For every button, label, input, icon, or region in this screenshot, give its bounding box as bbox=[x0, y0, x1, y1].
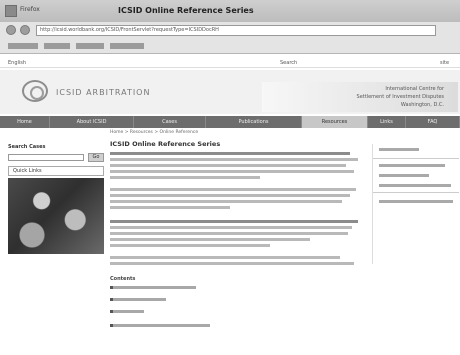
list-item[interactable] bbox=[110, 286, 196, 289]
sidebar-search-input[interactable] bbox=[8, 154, 84, 161]
header-banner: International Centre for Settlement of I… bbox=[262, 82, 458, 112]
section-heading: Contents bbox=[110, 276, 136, 282]
paragraph bbox=[110, 220, 360, 250]
right-sidebar-item[interactable] bbox=[379, 164, 445, 167]
nav-item-resources[interactable]: Resources bbox=[302, 116, 368, 128]
main-navbar: Home About ICSID Cases Publications Reso… bbox=[0, 116, 460, 128]
url-input[interactable]: http://icsid.worldbank.org/ICSID/FrontSe… bbox=[36, 25, 436, 36]
nav-item-links[interactable]: Links bbox=[368, 116, 406, 128]
site-link[interactable]: site bbox=[440, 60, 449, 66]
nav-item-publications[interactable]: Publications bbox=[206, 116, 302, 128]
list-item[interactable] bbox=[110, 298, 166, 301]
browser-chrome: Firefox ICSID Online Reference Series ht… bbox=[0, 0, 460, 54]
list-item[interactable] bbox=[110, 310, 144, 313]
app-name: Firefox bbox=[20, 6, 40, 13]
banner-line: International Centre for bbox=[385, 86, 444, 92]
bookmarks-bar bbox=[0, 40, 460, 53]
bookmark-item[interactable] bbox=[76, 43, 104, 49]
right-sidebar-item[interactable] bbox=[379, 200, 453, 203]
site-header: ICSID ARBITRATION International Centre f… bbox=[0, 70, 460, 114]
bookmark-item[interactable] bbox=[110, 43, 144, 49]
nav-item-faq[interactable]: FAQ bbox=[406, 116, 460, 128]
language-link[interactable]: English bbox=[8, 60, 26, 66]
paragraph bbox=[110, 256, 360, 268]
window-titlebar: Firefox ICSID Online Reference Series bbox=[0, 0, 460, 22]
page-title: ICSID Online Reference Series bbox=[110, 140, 221, 148]
window-title: ICSID Online Reference Series bbox=[118, 6, 254, 15]
browser-app-icon bbox=[5, 5, 17, 17]
forward-arrow-icon[interactable] bbox=[20, 25, 30, 35]
icsid-logo-icon[interactable] bbox=[22, 80, 48, 102]
list-item[interactable] bbox=[110, 324, 210, 327]
bookmark-item[interactable] bbox=[44, 43, 70, 49]
right-sidebar-item[interactable] bbox=[379, 184, 451, 187]
sidebar-photo bbox=[8, 178, 104, 254]
logo-text[interactable]: ICSID ARBITRATION bbox=[56, 88, 150, 97]
sidebar-label: Search Cases bbox=[8, 144, 46, 150]
right-sidebar bbox=[372, 144, 459, 264]
nav-item-cases[interactable]: Cases bbox=[134, 116, 206, 128]
web-page: English Search site ICSID ARBITRATION In… bbox=[0, 56, 460, 355]
banner-line: Settlement of Investment Disputes bbox=[356, 94, 444, 100]
banner-line: Washington, D.C. bbox=[400, 102, 444, 108]
nav-item-home[interactable]: Home bbox=[0, 116, 50, 128]
breadcrumb[interactable]: Home > Resources > Online Reference bbox=[110, 130, 198, 135]
divider bbox=[373, 192, 459, 193]
search-link[interactable]: Search bbox=[280, 60, 297, 66]
nav-item-about[interactable]: About ICSID bbox=[50, 116, 134, 128]
divider bbox=[373, 158, 459, 159]
back-arrow-icon[interactable] bbox=[6, 25, 16, 35]
paragraph bbox=[110, 188, 360, 212]
top-utility-strip: English Search site bbox=[0, 60, 460, 68]
right-sidebar-item[interactable] bbox=[379, 174, 429, 177]
quick-links-box[interactable]: Quick Links bbox=[8, 166, 104, 176]
paragraph bbox=[110, 152, 360, 182]
right-sidebar-item[interactable] bbox=[379, 148, 419, 151]
address-bar: http://icsid.worldbank.org/ICSID/FrontSe… bbox=[0, 24, 460, 38]
sidebar-go-button[interactable]: Go bbox=[88, 153, 104, 162]
bookmark-item[interactable] bbox=[8, 43, 38, 49]
